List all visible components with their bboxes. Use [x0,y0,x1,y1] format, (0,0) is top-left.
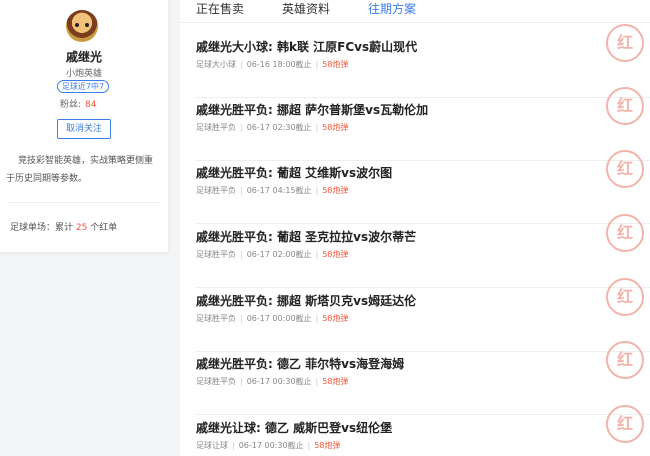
record-badge: 足球近7中7 [57,80,109,93]
item-type: 足球胜平负 [196,377,236,386]
red-stamp-icon: 红 [606,214,644,252]
item-meta: 足球胜平负 | 06-17 00:30截止 | 58炮弹 [196,377,349,386]
list-item[interactable]: 戚继光让球: 德乙 威斯巴登vs纽伦堡 足球让球 | 06-17 00:30截止 | 5… [180,405,650,456]
red-stamp-icon: 红 [606,278,644,316]
avatar [66,10,98,42]
item-price: 58炮弹 [322,377,349,386]
item-deadline: 06-17 04:15截止 [246,186,312,195]
item-type: 足球胜平负 [196,314,236,323]
item-title[interactable]: 戚继光大小球: 韩k联 江原FCvs蔚山现代 [196,38,417,55]
list-item[interactable]: 戚继光胜平负: 葡超 圣克拉拉vs波尔蒂芒 足球胜平负 | 06-17 02:00截… [180,214,650,288]
item-price: 58炮弹 [322,60,349,69]
item-title[interactable]: 戚继光胜平负: 德乙 菲尔特vs海登海姆 [196,355,404,372]
item-title[interactable]: 戚继光胜平负: 挪超 斯塔贝克vs姆廷达伦 [196,292,416,309]
stat-prefix: 足球单场：累计 [10,223,74,233]
item-title[interactable]: 戚继光让球: 德乙 威斯巴登vs纽伦堡 [196,419,392,436]
tab-past-plans[interactable]: 往期方案 [368,0,416,17]
item-type: 足球胜平负 [196,123,236,132]
item-title[interactable]: 戚继光胜平负: 葡超 艾维斯vs波尔图 [196,164,392,181]
red-stamp-icon: 红 [606,150,644,188]
item-price: 58炮弹 [322,250,349,259]
profile-level: 小炮英雄 [65,69,102,79]
profile-name: 戚继光 [65,50,102,64]
tab-hero-profile[interactable]: 英雄资料 [282,0,330,17]
red-stamp-icon: 红 [606,405,644,443]
red-stamp-icon: 红 [606,24,644,62]
red-stamp-icon: 红 [606,341,644,379]
profile-stat: 足球单场：累计 25 个红单 [10,220,117,233]
item-type: 足球胜平负 [196,186,236,195]
item-price: 58炮弹 [322,123,349,132]
red-stamp-icon: 红 [606,87,644,125]
stat-count: 25 [75,223,88,233]
list-item[interactable]: 戚继光胜平负: 挪超 萨尔普斯堡vs瓦勒伦加 足球胜平负 | 06-17 02:30… [180,87,650,161]
plan-list-panel: 正在售卖 英雄资料 往期方案 戚继光大小球: 韩k联 江原FCvs蔚山现代 足球… [180,0,650,456]
item-deadline: 06-17 02:30截止 [246,123,312,132]
list-item[interactable]: 戚继光胜平负: 葡超 艾维斯vs波尔图 足球胜平负 | 06-17 04:15截止 |… [180,150,650,224]
item-meta: 足球大小球 | 06-16 18:00截止 | 58炮弹 [196,60,349,69]
item-deadline: 06-17 00:30截止 [238,441,304,450]
item-title[interactable]: 戚继光胜平负: 挪超 萨尔普斯堡vs瓦勒伦加 [196,101,428,118]
fans-count: 粉丝: 84 [60,97,97,110]
item-deadline: 06-17 02:00截止 [246,250,312,259]
item-price: 58炮弹 [322,314,349,323]
item-type: 足球让球 [196,441,228,450]
item-deadline: 06-17 00:00截止 [246,314,312,323]
item-meta: 足球胜平负 | 06-17 02:30截止 | 58炮弹 [196,123,349,132]
list-item[interactable]: 戚继光大小球: 韩k联 江原FCvs蔚山现代 足球大小球 | 06-16 18:00… [180,24,650,98]
item-meta: 足球胜平负 | 06-17 00:00截止 | 58炮弹 [196,314,349,323]
unfollow-button[interactable]: 取消关注 [57,119,111,139]
divider [8,202,160,203]
list-item[interactable]: 戚继光胜平负: 德乙 菲尔特vs海登海姆 足球胜平负 | 06-17 00:30截止… [180,341,650,415]
item-deadline: 06-17 00:30截止 [246,377,312,386]
item-meta: 足球胜平负 | 06-17 02:00截止 | 58炮弹 [196,250,349,259]
profile-card: 戚继光 小炮英雄 足球近7中7 粉丝: 84 取消关注 竞技彩智能英雄，实战策略更… [0,0,168,252]
list-item[interactable]: 戚继光胜平负: 挪超 斯塔贝克vs姆廷达伦 足球胜平负 | 06-17 00:00截… [180,278,650,352]
item-deadline: 06-16 18:00截止 [246,60,312,69]
fans-value: 84 [85,100,97,110]
profile-description: 竞技彩智能英雄，实战策略更侧重于历史同期等参数。 [6,156,154,184]
tab-bar: 正在售卖 英雄资料 往期方案 [180,0,650,23]
item-meta: 足球胜平负 | 06-17 04:15截止 | 58炮弹 [196,186,349,195]
item-price: 58炮弹 [314,441,341,450]
item-type: 足球大小球 [196,60,236,69]
fans-label: 粉丝: [60,100,82,110]
item-price: 58炮弹 [322,186,349,195]
item-type: 足球胜平负 [196,250,236,259]
item-meta: 足球让球 | 06-17 00:30截止 | 58炮弹 [196,441,341,450]
tab-on-sale[interactable]: 正在售卖 [196,0,244,17]
item-title[interactable]: 戚继光胜平负: 葡超 圣克拉拉vs波尔蒂芒 [196,228,416,245]
stat-suffix: 个红单 [90,223,118,233]
